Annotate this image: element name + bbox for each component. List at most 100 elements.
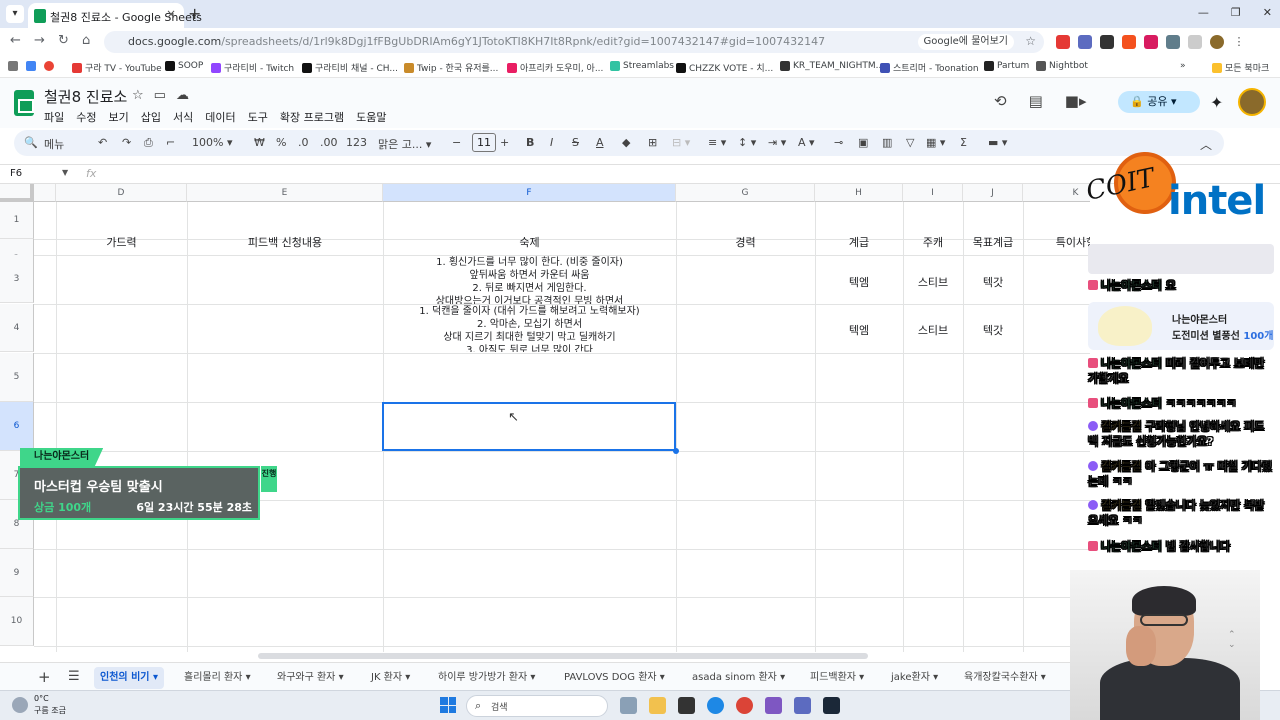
name-box[interactable]: F6 (10, 168, 22, 179)
ask-google-button[interactable]: Google에 물어보기 (917, 34, 1014, 50)
cell-f3[interactable]: 1. 횡신가드를 너무 많이 한다. (비중 줄이자) 앞뒤싸움 하면서 카운터… (383, 256, 676, 304)
history-icon[interactable]: ⟲ (994, 92, 1007, 110)
bookmark-item[interactable]: Streamlabs (610, 61, 674, 71)
cell-j4[interactable]: 텍갓 (963, 322, 1023, 338)
active-cell-f6[interactable] (382, 402, 676, 451)
puzzle-icon[interactable] (1166, 35, 1180, 49)
add-sheet-button[interactable]: + (38, 668, 51, 686)
menu-file[interactable]: 파일 (44, 109, 64, 125)
row-header-9[interactable]: 9 (0, 549, 34, 597)
font-size-input[interactable]: 11 (472, 133, 496, 152)
cell-h2[interactable]: 계급 (815, 234, 903, 250)
minus-icon[interactable]: − (452, 136, 461, 149)
cell-f2[interactable]: 숙제 (383, 234, 676, 250)
column-header-h[interactable]: H (815, 184, 903, 202)
number-format[interactable]: 123 (346, 136, 367, 149)
apps-grid-icon[interactable] (8, 61, 18, 71)
taskbar-search[interactable]: ⌕ 검색 (466, 695, 608, 717)
strikethrough-icon[interactable]: S (572, 136, 579, 149)
sheet-tab[interactable]: 하이루 방가방가 환자 ▾ (432, 667, 541, 689)
bookmark-item[interactable]: 구라티비 채널 - CH... (302, 61, 398, 74)
decrease-decimal[interactable]: .0 (298, 136, 309, 149)
select-all-corner[interactable] (0, 184, 34, 202)
increase-decimal[interactable]: .00 (320, 136, 338, 149)
extension-icon[interactable] (1078, 35, 1092, 49)
column-header-i[interactable]: I (903, 184, 963, 202)
sheet-tab[interactable]: JK 환자 ▾ (365, 667, 416, 689)
row-header-1[interactable]: 1 (0, 202, 34, 239)
column-header-k[interactable]: K (1023, 184, 1090, 202)
menu-tools[interactable]: 도구 (248, 109, 268, 125)
column-header-j[interactable]: J (963, 184, 1023, 202)
bookmark-item[interactable]: Twip - 한국 유저를... (404, 61, 498, 74)
row-header-4[interactable]: 4 (0, 304, 34, 352)
forward-icon[interactable]: → (34, 33, 45, 48)
cell-i4[interactable]: 스티브 (903, 322, 963, 338)
steam-icon[interactable] (823, 697, 840, 714)
cell-e2[interactable]: 피드백 신청내용 (187, 234, 383, 250)
sheets-logo-icon[interactable] (14, 90, 34, 116)
all-bookmarks[interactable]: 모든 북마크 (1212, 61, 1269, 74)
restore-icon[interactable]: ❐ (1231, 6, 1241, 19)
chart-icon[interactable]: ▥ (882, 136, 892, 149)
browser-tab[interactable]: 철권8 진료소 - Google Sheets × (28, 3, 202, 28)
sidebar-icon[interactable] (1188, 35, 1202, 49)
menu-search[interactable]: 메뉴 (44, 136, 64, 152)
percent-format[interactable]: % (276, 136, 286, 149)
google-icon[interactable] (44, 61, 54, 71)
comment-icon[interactable]: ▣ (858, 136, 868, 149)
back-icon[interactable]: ← (10, 33, 21, 48)
extension-icon[interactable] (1100, 35, 1114, 49)
sheet-tab[interactable]: asada sinom 환자 ▾ (686, 667, 791, 689)
cell-f4[interactable]: 1. 덕캔을 줄이자 (대쉬 가드를 해보려고 노력해보자) 2. 악마손, 모… (383, 305, 676, 352)
cell-h3[interactable]: 텍엠 (815, 274, 903, 290)
sheet-tab[interactable]: 흘리몰리 환자 ▾ (178, 667, 257, 689)
text-color-icon[interactable]: A (596, 136, 604, 149)
menu-extensions[interactable]: 확장 프로그램 (280, 109, 344, 125)
doc-title[interactable]: 철권8 진료소 (44, 86, 127, 107)
close-icon[interactable]: × (166, 7, 176, 21)
italic-icon[interactable]: I (550, 136, 553, 149)
home-icon[interactable]: ⌂ (82, 33, 90, 48)
scroll-arrows-icon[interactable]: ⌃ ⌄ (1228, 630, 1236, 650)
sheet-tab[interactable]: 와구와구 환자 ▾ (271, 667, 350, 689)
undo-icon[interactable]: ↶ (98, 136, 107, 149)
app-icon[interactable] (678, 697, 695, 714)
chrome-icon[interactable] (736, 697, 753, 714)
sheet-tab[interactable]: 피드백환자 ▾ (804, 667, 870, 689)
app-icon[interactable] (765, 697, 782, 714)
reload-icon[interactable]: ↻ (58, 33, 69, 48)
gemini-icon[interactable]: ✦ (1210, 93, 1223, 112)
grid-icon[interactable] (26, 61, 36, 71)
chevron-right-icon[interactable]: » (1180, 61, 1186, 71)
extension-icon[interactable] (1056, 35, 1070, 49)
row-header-5[interactable]: 5 (0, 353, 34, 402)
cloud-icon[interactable] (12, 697, 28, 713)
bookmark-item[interactable]: 구라티비 - Twitch (211, 61, 294, 74)
fill-handle[interactable] (673, 448, 679, 454)
all-sheets-icon[interactable]: ☰ (68, 669, 80, 684)
menu-view[interactable]: 보기 (109, 109, 129, 125)
menu-help[interactable]: 도움말 (356, 109, 386, 125)
close-window-icon[interactable]: ✕ (1263, 6, 1272, 19)
cell-i3[interactable]: 스티브 (903, 274, 963, 290)
tab-search-button[interactable]: ▾ (6, 5, 24, 23)
windows-start-icon[interactable] (440, 697, 456, 713)
cell-g2[interactable]: 경력 (676, 234, 815, 250)
cell-i2[interactable]: 주캐 (903, 234, 963, 250)
chevron-down-icon[interactable]: ▼ (62, 168, 68, 177)
edge-icon[interactable] (707, 697, 724, 714)
wrap-icon[interactable]: ⇥ ▾ (768, 136, 786, 149)
bookmark-item[interactable]: Nightbot (1036, 61, 1088, 71)
profile-avatar[interactable] (1210, 35, 1224, 49)
comments-icon[interactable]: ▤ (1029, 92, 1043, 110)
bookmark-item[interactable]: 아프리카 도우미, 아... (507, 61, 603, 74)
filter-views-icon[interactable]: ▦ ▾ (926, 136, 945, 149)
cell-h4[interactable]: 텍엠 (815, 322, 903, 338)
link-icon[interactable]: ⊸ (834, 136, 843, 149)
bookmark-star-icon[interactable]: ☆ (1025, 34, 1036, 48)
avatar[interactable] (1238, 88, 1266, 116)
move-folder-icon[interactable]: ▭ (154, 88, 166, 103)
new-tab-button[interactable]: + (188, 4, 201, 23)
align-icon[interactable]: ≡ ▾ (708, 136, 726, 149)
